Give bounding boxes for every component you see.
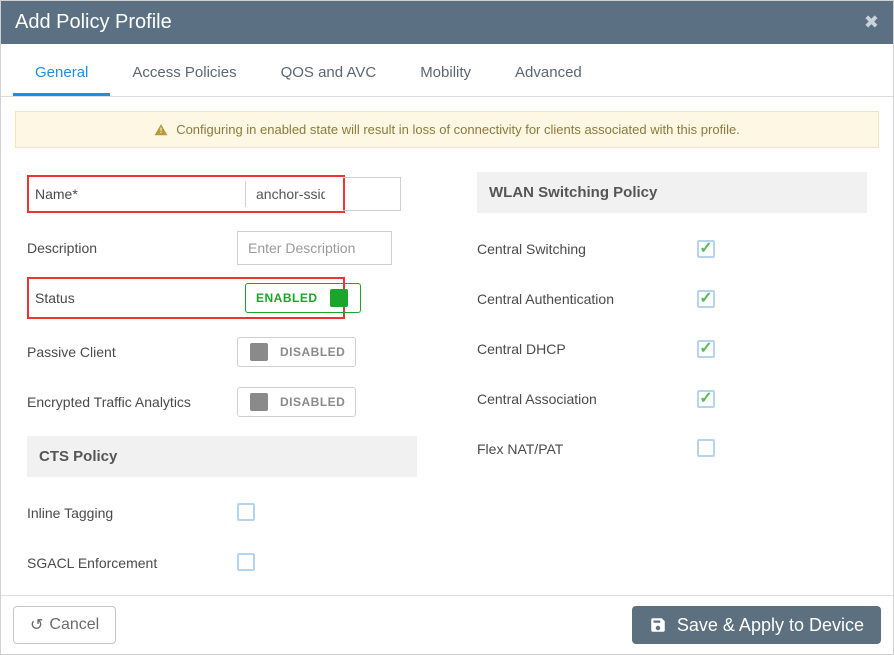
central-switching-checkbox[interactable] — [697, 240, 715, 258]
toggle-knob-icon — [250, 343, 268, 361]
encrypted-traffic-toggle[interactable]: DISABLED — [237, 387, 356, 417]
label-central-auth: Central Authentication — [477, 291, 697, 307]
name-input-tail[interactable] — [343, 177, 401, 211]
row-central-auth: Central Authentication — [477, 277, 867, 321]
label-central-dhcp: Central DHCP — [477, 341, 697, 357]
title-bar: Add Policy Profile ✖ — [1, 1, 893, 44]
left-column: Name* Description Status ENABLED — [27, 172, 417, 595]
row-passive-client: Passive Client DISABLED — [27, 330, 417, 374]
row-description: Description — [27, 226, 417, 270]
encrypted-traffic-toggle-text: DISABLED — [280, 395, 345, 409]
section-cts-policy: CTS Policy — [27, 436, 417, 477]
section-wlan-switching: WLAN Switching Policy — [477, 172, 867, 213]
tab-advanced[interactable]: Advanced — [493, 54, 604, 96]
inline-tagging-checkbox[interactable] — [237, 503, 255, 521]
label-passive-client: Passive Client — [27, 344, 237, 360]
status-toggle[interactable]: ENABLED — [245, 283, 361, 313]
cancel-button[interactable]: ↺ Cancel — [13, 606, 116, 644]
central-auth-checkbox[interactable] — [697, 290, 715, 308]
save-apply-button[interactable]: Save & Apply to Device — [632, 606, 881, 644]
label-sgacl: SGACL Enforcement — [27, 555, 237, 571]
dialog-add-policy-profile: Add Policy Profile ✖ General Access Poli… — [0, 0, 894, 655]
flex-nat-checkbox[interactable] — [697, 439, 715, 457]
save-icon — [649, 616, 667, 634]
central-dhcp-checkbox[interactable] — [697, 340, 715, 358]
row-encrypted-traffic: Encrypted Traffic Analytics DISABLED — [27, 380, 417, 424]
highlight-name: Name* — [27, 175, 345, 213]
label-inline-tagging: Inline Tagging — [27, 505, 237, 521]
form-content: Name* Description Status ENABLED — [1, 162, 893, 595]
row-status: Status ENABLED — [27, 276, 417, 320]
warning-banner: Configuring in enabled state will result… — [15, 111, 879, 148]
warning-icon — [154, 123, 168, 137]
save-button-label: Save & Apply to Device — [677, 615, 864, 636]
tab-access-policies[interactable]: Access Policies — [110, 54, 258, 96]
sgacl-checkbox[interactable] — [237, 553, 255, 571]
label-flex-nat: Flex NAT/PAT — [477, 441, 697, 457]
dialog-footer: ↺ Cancel Save & Apply to Device — [1, 595, 893, 654]
row-central-switching: Central Switching — [477, 227, 867, 271]
row-inline-tagging: Inline Tagging — [27, 491, 417, 535]
row-name: Name* — [27, 172, 417, 216]
toggle-knob-icon — [330, 289, 348, 307]
name-input[interactable] — [245, 181, 335, 207]
label-central-assoc: Central Association — [477, 391, 697, 407]
row-sgacl: SGACL Enforcement — [27, 541, 417, 585]
content-scroll: General Access Policies QOS and AVC Mobi… — [1, 44, 893, 595]
row-central-dhcp: Central DHCP — [477, 327, 867, 371]
cancel-button-label: Cancel — [49, 616, 99, 634]
close-icon[interactable]: ✖ — [864, 12, 879, 33]
undo-icon: ↺ — [30, 615, 43, 635]
status-toggle-text: ENABLED — [256, 291, 318, 305]
label-encrypted-traffic: Encrypted Traffic Analytics — [27, 394, 237, 410]
central-assoc-checkbox[interactable] — [697, 390, 715, 408]
passive-client-toggle-text: DISABLED — [280, 345, 345, 359]
highlight-status: Status ENABLED — [27, 277, 345, 319]
tab-mobility[interactable]: Mobility — [398, 54, 493, 96]
label-name: Name* — [35, 186, 245, 202]
tab-qos-avc[interactable]: QOS and AVC — [259, 54, 399, 96]
label-status: Status — [35, 290, 245, 306]
tab-general[interactable]: General — [13, 54, 110, 96]
right-column: WLAN Switching Policy Central Switching … — [477, 172, 867, 595]
toggle-knob-icon — [250, 393, 268, 411]
dialog-title: Add Policy Profile — [15, 11, 172, 34]
label-description: Description — [27, 240, 237, 256]
row-flex-nat: Flex NAT/PAT — [477, 427, 867, 471]
passive-client-toggle[interactable]: DISABLED — [237, 337, 356, 367]
description-input[interactable] — [237, 231, 392, 265]
warning-text: Configuring in enabled state will result… — [176, 122, 740, 137]
tab-bar: General Access Policies QOS and AVC Mobi… — [1, 54, 893, 97]
label-central-switching: Central Switching — [477, 241, 697, 257]
row-central-assoc: Central Association — [477, 377, 867, 421]
